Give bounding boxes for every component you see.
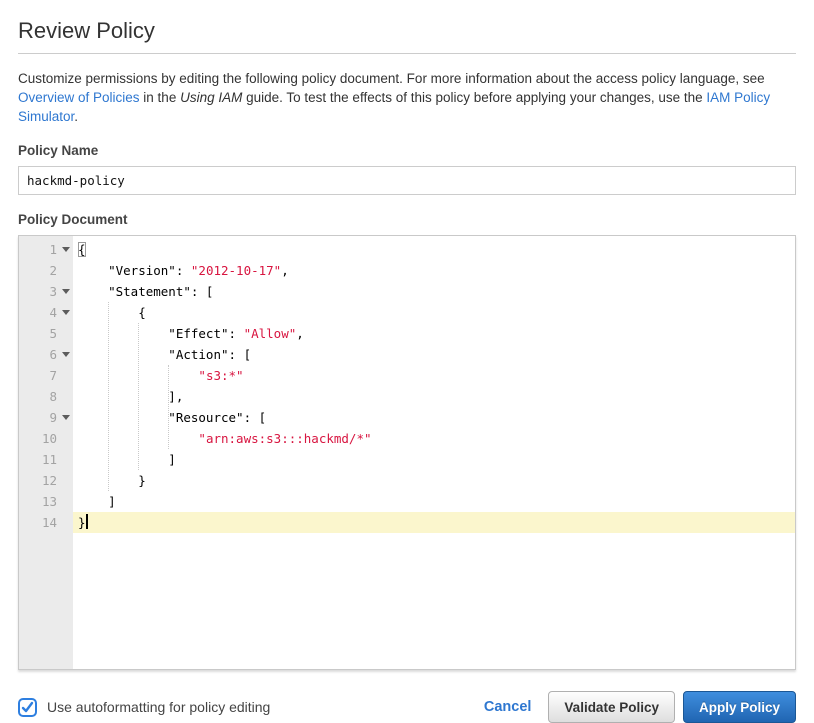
json-token: } bbox=[78, 515, 86, 530]
editor-code[interactable]: { "Version": "2012-10-17", "Statement": … bbox=[73, 236, 795, 669]
json-token bbox=[78, 431, 198, 446]
code-line-5[interactable]: "Effect": "Allow", bbox=[73, 323, 795, 344]
json-string-token: "2012-10-17" bbox=[191, 263, 281, 278]
code-line-11[interactable]: ] bbox=[73, 449, 795, 470]
description-text-1: Customize permissions by editing the fol… bbox=[18, 71, 765, 86]
code-line-4[interactable]: { bbox=[73, 302, 795, 323]
json-token: { bbox=[78, 305, 146, 320]
gutter-line-9[interactable]: 9 bbox=[19, 407, 73, 428]
gutter-line-7[interactable]: 7 bbox=[19, 365, 73, 386]
fold-toggle-icon[interactable] bbox=[62, 289, 70, 294]
json-token: "Effect": bbox=[78, 326, 244, 341]
line-number: 5 bbox=[49, 326, 57, 341]
code-line-9[interactable]: "Resource": [ bbox=[73, 407, 795, 428]
description-text-2: in the bbox=[140, 90, 181, 105]
line-number: 9 bbox=[49, 410, 57, 425]
fold-toggle-icon[interactable] bbox=[62, 415, 70, 420]
code-line-2[interactable]: "Version": "2012-10-17", bbox=[73, 260, 795, 281]
code-line-6[interactable]: "Action": [ bbox=[73, 344, 795, 365]
gutter-line-11[interactable]: 11 bbox=[19, 449, 73, 470]
autoformat-checkbox[interactable] bbox=[18, 698, 37, 717]
description: Customize permissions by editing the fol… bbox=[18, 69, 796, 126]
gutter-line-6[interactable]: 6 bbox=[19, 344, 73, 365]
gutter-line-3[interactable]: 3 bbox=[19, 281, 73, 302]
policy-document-editor[interactable]: 1234567891011121314 { "Version": "2012-1… bbox=[18, 235, 796, 670]
review-policy-page: Review Policy Customize permissions by e… bbox=[0, 0, 814, 723]
line-number: 7 bbox=[49, 368, 57, 383]
overview-of-policies-link[interactable]: Overview of Policies bbox=[18, 90, 140, 105]
footer-actions: Cancel Validate Policy Apply Policy bbox=[484, 691, 796, 723]
code-line-1[interactable]: { bbox=[73, 239, 795, 260]
json-token: "Action": [ bbox=[78, 347, 251, 362]
code-line-12[interactable]: } bbox=[73, 470, 795, 491]
policy-document-label: Policy Document bbox=[18, 212, 796, 227]
line-number: 12 bbox=[42, 473, 57, 488]
gutter-line-1[interactable]: 1 bbox=[19, 239, 73, 260]
line-number: 6 bbox=[49, 347, 57, 362]
matched-brace-token: { bbox=[78, 242, 86, 257]
gutter-line-2[interactable]: 2 bbox=[19, 260, 73, 281]
json-token: ], bbox=[78, 389, 183, 404]
line-number: 4 bbox=[49, 305, 57, 320]
policy-name-input[interactable] bbox=[18, 166, 796, 195]
cancel-button[interactable]: Cancel bbox=[484, 699, 532, 715]
fold-toggle-icon[interactable] bbox=[62, 310, 70, 315]
line-number: 13 bbox=[42, 494, 57, 509]
code-line-3[interactable]: "Statement": [ bbox=[73, 281, 795, 302]
gutter-line-12[interactable]: 12 bbox=[19, 470, 73, 491]
code-line-10[interactable]: "arn:aws:s3:::hackmd/*" bbox=[73, 428, 795, 449]
json-string-token: "s3:*" bbox=[198, 368, 243, 383]
editor-gutter[interactable]: 1234567891011121314 bbox=[19, 236, 73, 669]
json-string-token: "arn:aws:s3:::hackmd/*" bbox=[198, 431, 371, 446]
code-line-13[interactable]: ] bbox=[73, 491, 795, 512]
gutter-line-13[interactable]: 13 bbox=[19, 491, 73, 512]
using-iam-guide-name: Using IAM bbox=[180, 90, 242, 105]
page-title: Review Policy bbox=[18, 18, 796, 44]
autoformat-label: Use autoformatting for policy editing bbox=[47, 699, 270, 715]
line-number: 10 bbox=[42, 431, 57, 446]
line-number: 2 bbox=[49, 263, 57, 278]
gutter-line-10[interactable]: 10 bbox=[19, 428, 73, 449]
json-token: "Version": bbox=[78, 263, 191, 278]
footer-bar: Use autoformatting for policy editing Ca… bbox=[18, 691, 796, 723]
code-line-7[interactable]: "s3:*" bbox=[73, 365, 795, 386]
apply-policy-button[interactable]: Apply Policy bbox=[683, 691, 796, 723]
fold-toggle-icon[interactable] bbox=[62, 247, 70, 252]
code-line-14[interactable]: } bbox=[73, 512, 795, 533]
gutter-line-5[interactable]: 5 bbox=[19, 323, 73, 344]
autoformat-group: Use autoformatting for policy editing bbox=[18, 698, 270, 717]
json-token: ] bbox=[78, 452, 176, 467]
json-token: "Statement": [ bbox=[78, 284, 213, 299]
gutter-line-14[interactable]: 14 bbox=[19, 512, 73, 533]
line-number: 1 bbox=[49, 242, 57, 257]
line-number: 11 bbox=[42, 452, 57, 467]
json-token bbox=[78, 368, 198, 383]
line-number: 3 bbox=[49, 284, 57, 299]
line-number: 14 bbox=[42, 515, 57, 530]
description-text-4: . bbox=[74, 109, 78, 124]
json-token: } bbox=[78, 473, 146, 488]
validate-policy-button[interactable]: Validate Policy bbox=[548, 691, 675, 723]
code-line-8[interactable]: ], bbox=[73, 386, 795, 407]
gutter-line-8[interactable]: 8 bbox=[19, 386, 73, 407]
title-divider bbox=[18, 53, 796, 54]
policy-name-label: Policy Name bbox=[18, 143, 796, 158]
text-cursor bbox=[86, 514, 88, 529]
description-text-3: guide. To test the effects of this polic… bbox=[242, 90, 706, 105]
json-token: , bbox=[296, 326, 304, 341]
gutter-line-4[interactable]: 4 bbox=[19, 302, 73, 323]
json-string-token: "Allow" bbox=[244, 326, 297, 341]
json-token: ] bbox=[78, 494, 116, 509]
json-token: , bbox=[281, 263, 289, 278]
fold-toggle-icon[interactable] bbox=[62, 352, 70, 357]
line-number: 8 bbox=[49, 389, 57, 404]
json-token: "Resource": [ bbox=[78, 410, 266, 425]
checkmark-icon bbox=[21, 701, 34, 714]
